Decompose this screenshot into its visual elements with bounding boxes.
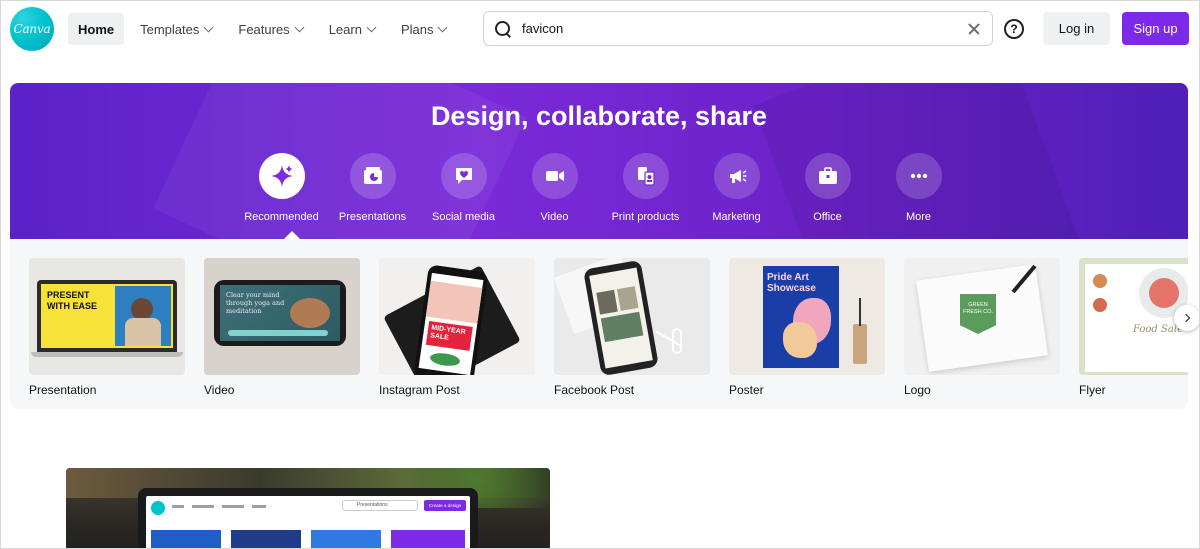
laptop-screen: Presentations Create a design (146, 496, 470, 548)
nav-templates-label: Templates (140, 21, 200, 37)
facebook-post-thumbnail (554, 258, 710, 375)
chevron-down-icon (294, 22, 305, 32)
nav-plans-label: Plans (400, 21, 434, 37)
carousel-next-button[interactable] (1174, 305, 1199, 331)
category-label: Print products (611, 211, 680, 223)
signup-label: Sign up (1133, 21, 1178, 36)
chevron-right-icon (1181, 313, 1191, 323)
template-label: Poster (729, 383, 764, 397)
clear-search-icon[interactable] (966, 21, 982, 37)
video-thumb-text: Clear your mind through yoga and meditat… (226, 291, 285, 315)
template-label: Video (204, 383, 235, 397)
category-presentations[interactable]: Presentations (327, 153, 418, 223)
category-print-products[interactable]: Print products (600, 153, 691, 223)
category-marketing[interactable]: Marketing (691, 153, 782, 223)
laptop-preview-image: Presentations Create a design (66, 468, 550, 548)
hero-banner: Design, collaborate, share Recommended P… (10, 83, 1188, 239)
category-office[interactable]: Office (782, 153, 873, 223)
chevron-down-icon (203, 22, 214, 32)
category-shortcuts: Recommended Presentations Social media V… (236, 153, 964, 223)
search-icon (494, 20, 512, 38)
template-card-instagram-post[interactable]: MID-YEAR SALE Instagram Post (379, 258, 535, 397)
template-card-video[interactable]: Clear your mind through yoga and meditat… (204, 258, 360, 397)
presentation-thumb-text: PRESENT WITH EASE (47, 290, 98, 311)
flyer-thumbnail: Food Sale (1079, 258, 1188, 375)
laptop-search-text: Presentations (342, 500, 418, 511)
nav-features[interactable]: Features (228, 13, 312, 45)
category-label: Video (540, 211, 569, 223)
login-label: Log in (1058, 21, 1095, 36)
instagram-thumb-text: MID-YEAR SALE (425, 320, 473, 351)
category-label: Marketing (712, 211, 761, 223)
presentation-icon (349, 153, 396, 199)
chevron-down-icon (438, 22, 448, 32)
browser-viewport: Canva Home Templates Features Learn Plan… (0, 0, 1200, 549)
category-label: Presentations (338, 211, 407, 223)
template-label: Logo (904, 383, 931, 397)
print-icon (622, 153, 669, 199)
video-thumbnail: Clear your mind through yoga and meditat… (204, 258, 360, 375)
active-category-pointer (283, 231, 301, 239)
signup-button[interactable]: Sign up (1122, 12, 1189, 45)
presentation-thumbnail: PRESENT WITH EASE (29, 258, 185, 375)
sparkle-icon (258, 153, 305, 199)
template-label: Presentation (29, 383, 97, 397)
category-social-media[interactable]: Social media (418, 153, 509, 223)
template-card-presentation[interactable]: PRESENT WITH EASE Presentation (29, 258, 185, 397)
category-recommended[interactable]: Recommended (236, 153, 327, 223)
megaphone-icon (713, 153, 760, 199)
instagram-post-thumbnail: MID-YEAR SALE (379, 258, 535, 375)
category-video[interactable]: Video (509, 153, 600, 223)
video-camera-icon (531, 153, 578, 199)
template-card-logo[interactable]: GREEN FRESH CO. Logo (904, 258, 1060, 397)
poster-thumbnail: Pride Art Showcase (729, 258, 885, 375)
chevron-down-icon (366, 22, 377, 32)
nav-templates[interactable]: Templates (130, 13, 222, 45)
category-more[interactable]: More (873, 153, 964, 223)
heart-chat-icon (440, 153, 487, 199)
poster-thumb-text: Pride Art Showcase (767, 272, 816, 294)
login-button[interactable]: Log in (1043, 12, 1110, 45)
nav-home[interactable]: Home (68, 13, 125, 45)
logo-thumbnail: GREEN FRESH CO. (904, 258, 1060, 375)
category-label: Recommended (244, 211, 319, 223)
top-navigation-bar: Canva Home Templates Features Learn Plan… (1, 1, 1199, 57)
template-label: Instagram Post (379, 383, 460, 397)
template-carousel: PRESENT WITH EASE Presentation Clear you… (10, 239, 1188, 409)
logo-text: Canva (13, 22, 51, 36)
nav-learn-label: Learn (328, 21, 362, 37)
canva-logo[interactable]: Canva (10, 7, 54, 51)
briefcase-icon (804, 153, 851, 199)
nav-plans[interactable]: Plans (391, 13, 457, 45)
category-label: Office (813, 211, 842, 223)
template-card-poster[interactable]: Pride Art Showcase Poster (729, 258, 885, 397)
search-input[interactable] (522, 21, 966, 36)
help-glyph: ? (1010, 22, 1018, 36)
help-icon[interactable]: ? (1004, 19, 1024, 39)
main-nav: Home Templates Features Learn Plans (68, 13, 456, 45)
nav-features-label: Features (238, 21, 290, 37)
hero-title: Design, collaborate, share (430, 101, 768, 131)
category-label: Social media (432, 211, 495, 223)
more-dots-icon (895, 153, 942, 199)
template-label: Facebook Post (554, 383, 635, 397)
nav-home-label: Home (78, 21, 115, 37)
template-label: Flyer (1079, 383, 1106, 397)
nav-learn[interactable]: Learn (319, 13, 385, 45)
laptop-create-button-text: Create a design (424, 500, 466, 511)
template-card-facebook-post[interactable]: Facebook Post (554, 258, 710, 397)
search-bar (483, 11, 993, 46)
category-label: More (905, 211, 932, 223)
template-card-flyer[interactable]: Food Sale Flyer (1079, 258, 1188, 397)
